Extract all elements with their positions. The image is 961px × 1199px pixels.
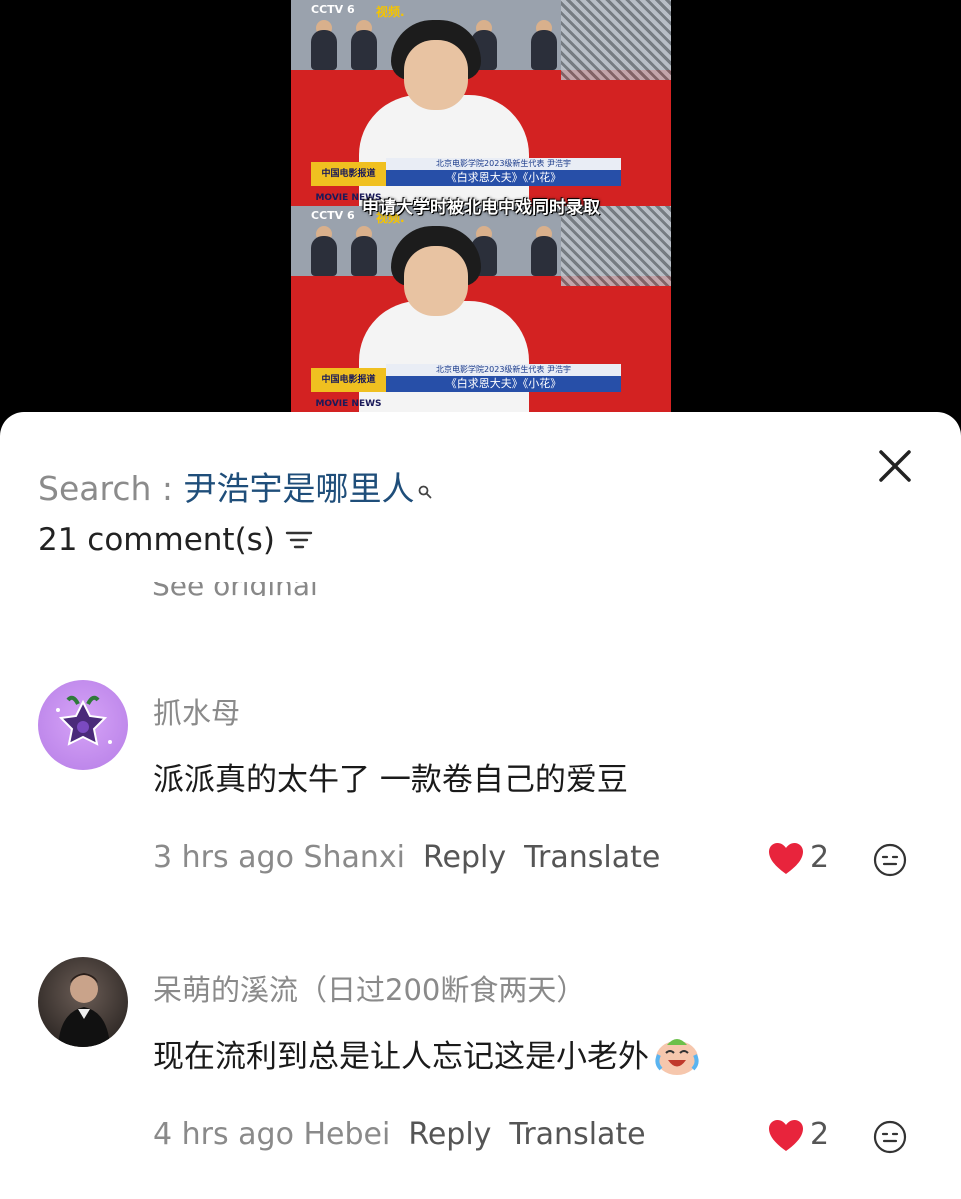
channel-logo: CCTV 6 bbox=[311, 3, 355, 16]
search-label: Search : bbox=[38, 469, 184, 508]
comment-meta: 4 hrs ago Hebei Reply Translate bbox=[153, 1117, 646, 1152]
like-count: 2 bbox=[810, 1117, 830, 1152]
search-icon[interactable] bbox=[418, 468, 432, 499]
reply-button[interactable]: Reply bbox=[423, 840, 506, 875]
search-query[interactable]: 尹浩宇是哪里人 bbox=[183, 469, 414, 508]
translate-button[interactable]: Translate bbox=[524, 840, 660, 875]
like-count: 2 bbox=[810, 840, 830, 875]
comments-sheet: Search : 尹浩宇是哪里人 21 comment(s) See origi… bbox=[0, 412, 961, 1199]
video-area[interactable]: CCTV 6 视频. 中国电影报道 MOVIE NEWS 北京电影学院2023级… bbox=[0, 0, 961, 440]
comment-text-content: 现在流利到总是让人忘记这是小老外 bbox=[153, 1039, 649, 1075]
video-subtitle: 申请大学时被北电中戏同时录取 bbox=[362, 198, 600, 218]
heart-icon bbox=[769, 1120, 803, 1151]
comment-count-row: 21 comment(s) bbox=[38, 522, 313, 560]
comment-text: 现在流利到总是让人忘记这是小老外 bbox=[153, 1031, 701, 1085]
comment-text: 派派真的太牛了 一款卷自己的爱豆 bbox=[153, 762, 628, 798]
movie-badge-2: 中国电影报道 MOVIE NEWS bbox=[311, 368, 386, 409]
comment-username[interactable]: 呆萌的溪流（日过200断食两天） bbox=[153, 967, 585, 1009]
comment-meta: 3 hrs ago Shanxi Reply Translate bbox=[153, 840, 660, 875]
caption-top: 北京电影学院2023级新生代表 尹浩宇 bbox=[386, 158, 621, 170]
search-suggestion[interactable]: Search : 尹浩宇是哪里人 bbox=[38, 462, 432, 510]
caption-bottom: 《白求恩大夫》《小花》 bbox=[386, 170, 621, 186]
like-button[interactable]: 2 bbox=[768, 1117, 848, 1157]
heart-icon bbox=[769, 843, 803, 874]
video-player[interactable]: CCTV 6 视频. 中国电影报道 MOVIE NEWS 北京电影学院2023级… bbox=[291, 0, 671, 412]
see-original-link[interactable]: See original bbox=[152, 582, 318, 596]
close-icon[interactable] bbox=[875, 446, 915, 486]
sort-icon[interactable] bbox=[285, 524, 313, 560]
comment-time: 3 hrs ago bbox=[153, 840, 294, 875]
avatar[interactable] bbox=[38, 680, 128, 770]
emoji-reaction-icon[interactable] bbox=[873, 1120, 907, 1154]
video-frame-top: CCTV 6 视频. 中国电影报道 MOVIE NEWS 北京电影学院2023级… bbox=[291, 0, 671, 206]
emoji-reaction-icon[interactable] bbox=[873, 843, 907, 877]
caption-top-2: 北京电影学院2023级新生代表 尹浩宇 bbox=[386, 364, 621, 376]
like-button[interactable]: 2 bbox=[768, 840, 848, 880]
comment-location: Shanxi bbox=[303, 840, 406, 875]
video-logo: 视频. bbox=[376, 5, 405, 19]
video-frame-bottom: CCTV 6 视频. 中国电影报道 MOVIE NEWS 北京电影学院2023级… bbox=[291, 206, 671, 412]
comment-username[interactable]: 抓水母 bbox=[153, 690, 240, 732]
crying-laughing-emoji-icon bbox=[653, 1033, 701, 1085]
translate-button[interactable]: Translate bbox=[509, 1117, 645, 1152]
comment-location: Hebei bbox=[303, 1117, 391, 1152]
movie-badge: 中国电影报道 MOVIE NEWS bbox=[311, 162, 386, 203]
caption-bottom-2: 《白求恩大夫》《小花》 bbox=[386, 376, 621, 392]
comment-count: 21 comment(s) bbox=[38, 522, 275, 558]
comment-time: 4 hrs ago bbox=[153, 1117, 294, 1152]
avatar[interactable] bbox=[38, 957, 128, 1047]
reply-button[interactable]: Reply bbox=[408, 1117, 491, 1152]
